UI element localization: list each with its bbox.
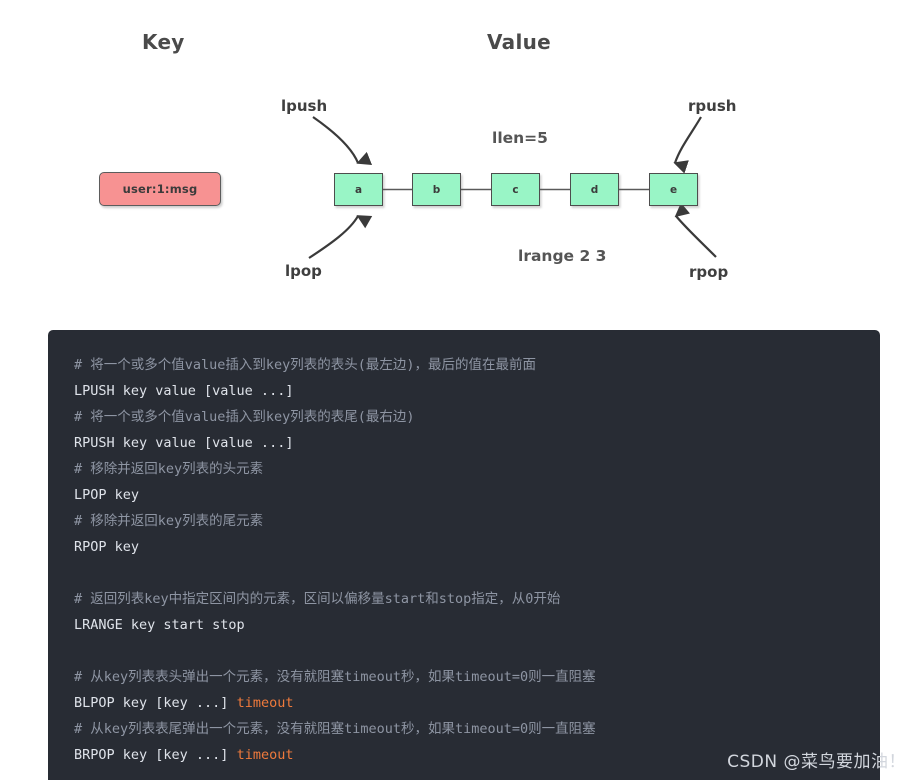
- code-line: # 移除并返回key列表的尾元素: [74, 513, 264, 529]
- code-line: RPOP key: [74, 539, 140, 555]
- code-line: LPUSH key value [value ...]: [74, 383, 294, 399]
- diagram-connectors: [308, 116, 717, 259]
- code-line: # 从key列表表头弹出一个元素，没有就阻塞timeout秒，如果timeout…: [74, 669, 596, 685]
- code-token-accent: timeout: [236, 695, 294, 711]
- code-line: RPUSH key value [value ...]: [74, 435, 294, 451]
- list-node-label: d: [590, 183, 599, 196]
- list-node-3: d: [570, 173, 619, 206]
- list-node-1: b: [412, 173, 461, 206]
- list-node-label: a: [354, 183, 363, 196]
- watermark: CSDN @菜鸟要加油！: [727, 752, 906, 772]
- code-line: # 返回列表key中指定区间内的元素，区间以偏移量start和stop指定，从0…: [74, 591, 561, 607]
- key-box: user:1:msg: [99, 172, 221, 206]
- code-line: # 移除并返回key列表的头元素: [74, 461, 264, 477]
- code-lines: # 将一个或多个值value插入到key列表的表头(最左边)，最后的值在最前面 L…: [48, 352, 880, 768]
- code-line: # 从key列表表尾弹出一个元素，没有就阻塞timeout秒，如果timeout…: [74, 721, 596, 737]
- code-line: LPOP key: [74, 487, 140, 503]
- code-line: BLPOP key [key ...] timeout: [74, 695, 294, 711]
- lrange-label: lrange 2 3: [518, 247, 607, 265]
- lpop-label: lpop: [285, 262, 322, 280]
- code-line: LRANGE key start stop: [74, 617, 245, 633]
- code-block: # 将一个或多个值value插入到key列表的表头(最左边)，最后的值在最前面 L…: [48, 330, 880, 780]
- rpush-label: rpush: [688, 97, 737, 115]
- list-node-2: c: [491, 173, 540, 206]
- lpush-label: lpush: [281, 97, 328, 115]
- list-node-4: e: [649, 173, 698, 206]
- value-column-heading: Value: [487, 30, 552, 54]
- code-token-accent: timeout: [236, 747, 294, 763]
- list-node-label: e: [669, 183, 678, 196]
- key-box-label: user:1:msg: [122, 182, 198, 196]
- code-line: # 将一个或多个值value插入到key列表的表尾(最右边): [74, 409, 415, 425]
- list-node-0: a: [334, 173, 383, 206]
- llen-label: llen=5: [492, 129, 548, 147]
- key-column-heading: Key: [142, 30, 185, 54]
- code-line: # 将一个或多个值value插入到key列表的表头(最左边)，最后的值在最前面: [74, 357, 537, 373]
- list-node-label: c: [512, 183, 519, 196]
- rpop-label: rpop: [689, 263, 729, 281]
- diagram-area: Key Value user:1:msg a b c d e lpush lpo…: [0, 0, 916, 325]
- list-node-label: b: [432, 183, 441, 196]
